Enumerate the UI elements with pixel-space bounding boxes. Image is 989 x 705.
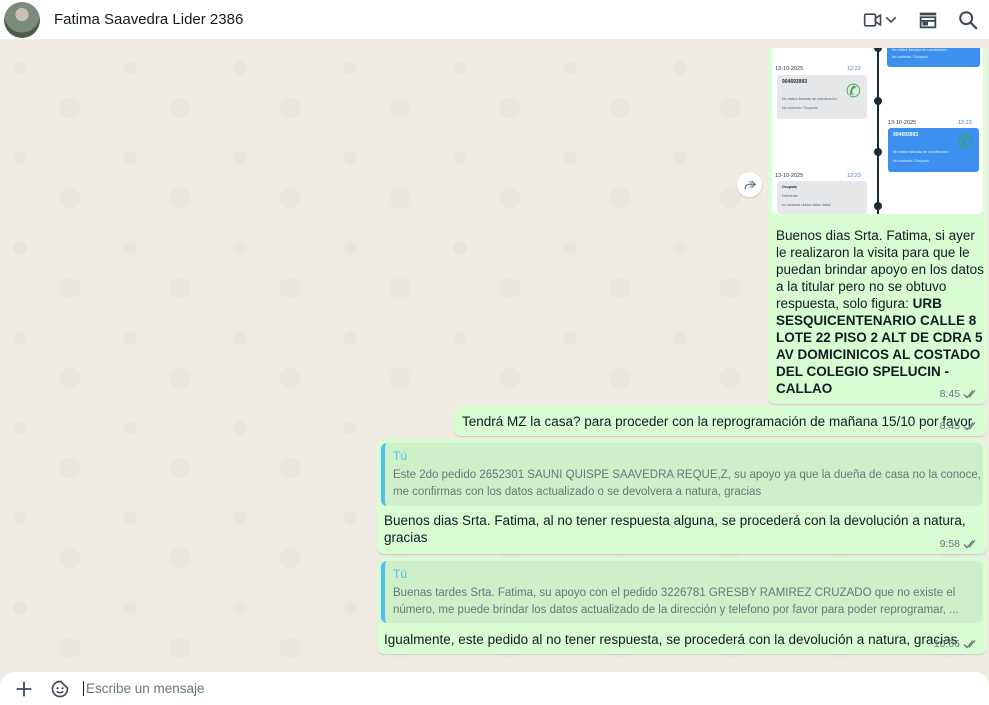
quote-author: Tú bbox=[393, 567, 408, 581]
search-icon bbox=[959, 10, 978, 29]
entry-time: 12:23 bbox=[847, 173, 861, 179]
message-text: Igualmente, este pedido al no tener resp… bbox=[384, 632, 958, 647]
timeline-card: Ocupado Deficiente no contesta celular f… bbox=[777, 181, 867, 214]
card-number: 904693993 bbox=[782, 79, 808, 85]
chevron-down-icon bbox=[885, 16, 897, 23]
card-number: 904693993 bbox=[893, 132, 919, 138]
quoted-message[interactable]: Tú Buenas tardes Srta. Fatima, su apoyo … bbox=[381, 561, 983, 623]
message-meta: 8:45 bbox=[940, 388, 979, 400]
caption-text: Buenos dias Srta. Fatima, si ayer le rea… bbox=[776, 228, 984, 311]
plus-icon bbox=[16, 680, 32, 697]
quote-line: me confirmas con los datos actualizado o… bbox=[393, 486, 762, 498]
card-text: Deficiente bbox=[782, 194, 798, 198]
quoted-message[interactable]: Tú Este 2do pedido 2652301 SAUNI QUISPE … bbox=[381, 443, 983, 506]
card-text: No contesta / Ocupado bbox=[782, 106, 818, 110]
message-time: 10:06 bbox=[933, 638, 960, 650]
sticker-emoji-icon bbox=[51, 680, 69, 697]
card-text: No realizó llamada de coordinación bbox=[893, 150, 948, 154]
attach-button[interactable] bbox=[11, 676, 37, 702]
message-meta: 8:45 bbox=[940, 420, 979, 432]
video-call-button[interactable] bbox=[861, 7, 901, 33]
outgoing-reply-message[interactable]: Tú Buenas tardes Srta. Fatima, su apoyo … bbox=[377, 557, 987, 654]
catalog-store-icon bbox=[919, 12, 937, 28]
card-text: No realizó llamada de coordinación bbox=[892, 48, 947, 52]
message-text: Buenos dias Srta. Fatima, al no tener re… bbox=[384, 513, 966, 545]
quote-author: Tú bbox=[393, 449, 408, 463]
card-text: No contesta / Ocupado bbox=[893, 159, 929, 163]
outgoing-reply-message[interactable]: Tú Este 2do pedido 2652301 SAUNI QUISPE … bbox=[377, 439, 987, 554]
forward-button[interactable] bbox=[737, 172, 762, 197]
image-caption: Buenos dias Srta. Fatima, si ayer le rea… bbox=[776, 227, 986, 397]
catalog-button[interactable] bbox=[915, 7, 941, 33]
image-thumbnail[interactable]: No realizó llamada de coordinación No co… bbox=[772, 48, 983, 214]
timeline-card: 904693993 No realizó llamada de coordina… bbox=[777, 75, 867, 119]
message-text: Tendrá MZ la casa? para proceder con la … bbox=[462, 414, 973, 429]
emoji-button[interactable] bbox=[47, 676, 73, 702]
quote-line: número, me puede brindar los datos actua… bbox=[393, 604, 959, 616]
timeline-dot bbox=[874, 148, 882, 156]
message-list[interactable]: No realizó llamada de coordinación No co… bbox=[0, 48, 989, 672]
timeline-card: 904693993 No realizó llamada de coordina… bbox=[888, 128, 979, 172]
timeline-dot bbox=[874, 97, 882, 105]
card-number: Ocupado bbox=[782, 185, 798, 189]
forward-icon bbox=[744, 180, 756, 189]
image-message[interactable]: No realizó llamada de coordinación No co… bbox=[768, 48, 987, 404]
read-ticks-icon bbox=[963, 390, 976, 399]
message-time: 9:58 bbox=[939, 538, 960, 550]
entry-date: 13-10-2025 bbox=[775, 66, 804, 72]
header-actions bbox=[861, 7, 981, 33]
message-time: 8:45 bbox=[939, 388, 960, 400]
read-ticks-icon bbox=[963, 422, 976, 431]
timeline-card: No realizó llamada de coordinación No co… bbox=[887, 48, 980, 67]
phone-icon: ✆ bbox=[957, 132, 973, 152]
card-text: No realizó llamada de coordinación bbox=[782, 97, 837, 101]
quote-text: Este 2do pedido 2652301 SAUNI QUISPE SAA… bbox=[393, 467, 981, 501]
message-meta: 10:06 bbox=[934, 638, 979, 650]
read-ticks-icon bbox=[963, 640, 976, 649]
quote-line: Buenas tardes Srta. Fatima, su apoyo con… bbox=[393, 587, 956, 599]
card-text: No contesta / Ocupado bbox=[892, 55, 928, 59]
message-time: 8:45 bbox=[939, 420, 960, 432]
entry-time: 12:22 bbox=[847, 66, 861, 72]
caption-address: URB SESQUICENTENARIO CALLE 8 LOTE 22 PIS… bbox=[776, 296, 983, 396]
entry-date: 13-10-2025 bbox=[775, 173, 804, 179]
search-button[interactable] bbox=[955, 7, 981, 33]
entry-date: 13-10-2025 bbox=[888, 120, 917, 126]
timeline-dot bbox=[874, 48, 882, 52]
read-ticks-icon bbox=[963, 540, 976, 549]
card-text: no contesta celular faltan datos bbox=[782, 203, 831, 207]
phone-icon: ✆ bbox=[845, 81, 861, 101]
composer bbox=[0, 672, 989, 705]
video-call-icon bbox=[863, 12, 882, 27]
chat-header: Fatima Saavedra Lider 2386 bbox=[0, 0, 989, 40]
entry-time: 12:23 bbox=[958, 120, 972, 126]
quote-line: Este 2do pedido 2652301 SAUNI QUISPE SAA… bbox=[393, 469, 981, 481]
outgoing-message[interactable]: Tendrá MZ la casa? para proceder con la … bbox=[454, 406, 987, 436]
timeline-dot bbox=[874, 202, 882, 210]
avatar[interactable] bbox=[4, 1, 40, 38]
contact-name[interactable]: Fatima Saavedra Lider 2386 bbox=[54, 11, 243, 28]
timeline-line bbox=[877, 48, 879, 214]
message-input[interactable] bbox=[83, 681, 883, 696]
quote-text: Buenas tardes Srta. Fatima, su apoyo con… bbox=[393, 585, 979, 619]
message-meta: 9:58 bbox=[940, 538, 979, 550]
